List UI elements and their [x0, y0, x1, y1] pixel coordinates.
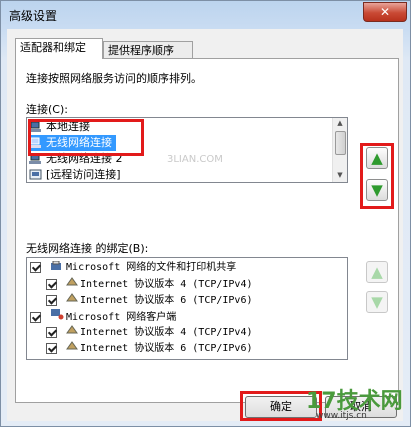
scroll-down-icon[interactable]: ▼ — [335, 171, 345, 181]
protocol-icon — [66, 276, 79, 292]
file-printer-sharing-icon — [50, 260, 64, 273]
list-item-selected[interactable]: 无线网络连接 — [29, 135, 116, 151]
tab-adapters-and-bindings[interactable]: 适配器和绑定 — [15, 38, 103, 59]
arrow-down-icon: ▼ — [371, 292, 383, 311]
arrow-up-icon: ▲ — [371, 262, 383, 281]
protocol-icon — [66, 340, 79, 356]
binding-checkbox[interactable] — [30, 311, 41, 323]
remote-access-icon — [29, 169, 43, 181]
binding-label: Internet 协议版本 4 (TCP/IPv4) — [80, 279, 253, 290]
tree-item[interactable]: Internet 协议版本 6 (TCP/IPv6) — [46, 340, 252, 356]
tab-label: 提供程序顺序 — [108, 44, 174, 57]
connections-scrollbar[interactable]: ▲ ▼ — [332, 118, 347, 182]
binding-checkbox[interactable] — [46, 278, 57, 290]
tree-item[interactable]: Internet 协议版本 4 (TCP/IPv4) — [46, 324, 252, 340]
tab-label: 适配器和绑定 — [20, 41, 86, 54]
connection-label: [远程访问连接] — [46, 168, 121, 181]
scroll-up-icon[interactable]: ▲ — [335, 119, 345, 129]
window-title: 高级设置 — [9, 9, 58, 23]
description-text: 连接按照网络服务访问的顺序排列。 — [26, 72, 202, 85]
title-bar[interactable]: 高级设置 ✕ — [1, 1, 410, 27]
list-item[interactable]: 本地连接 — [29, 119, 90, 135]
tab-panel: 连接按照网络服务访问的顺序排列。 连接(C): 本地连接 无线网络连接 无线网络… — [15, 58, 399, 403]
network-adapter-icon — [29, 137, 43, 149]
binding-label: Internet 协议版本 6 (TCP/IPv6) — [80, 343, 253, 354]
ok-label: 确定 — [270, 400, 292, 413]
connections-list[interactable]: 本地连接 无线网络连接 无线网络连接 2 [远程访问连接] ▲ ▼ 3LIAN.… — [26, 117, 348, 183]
binding-checkbox[interactable] — [46, 326, 57, 338]
connection-label: 无线网络连接 2 — [46, 152, 123, 165]
protocol-icon — [66, 292, 79, 308]
protocol-icon — [66, 324, 79, 340]
binding-checkbox[interactable] — [46, 342, 57, 354]
scroll-thumb[interactable] — [335, 131, 346, 155]
binding-move-down-button[interactable]: ▼ — [366, 291, 388, 313]
tree-item[interactable]: Microsoft 网络的文件和打印机共享 — [30, 260, 236, 276]
tree-item[interactable]: Microsoft 网络客户端 — [30, 308, 176, 324]
binding-label: Microsoft 网络客户端 — [66, 312, 177, 323]
binding-label: Microsoft 网络的文件和打印机共享 — [66, 262, 237, 273]
connection-label: 无线网络连接 — [46, 136, 112, 149]
binding-label: Internet 协议版本 6 (TCP/IPv6) — [80, 295, 253, 306]
arrow-down-icon: ▼ — [371, 180, 383, 199]
move-up-button[interactable]: ▲ — [366, 147, 388, 169]
network-adapter-icon — [29, 121, 43, 133]
close-button[interactable]: ✕ — [363, 2, 407, 22]
network-adapter-icon — [29, 153, 43, 165]
binding-checkbox[interactable] — [30, 261, 41, 273]
arrow-up-icon: ▲ — [371, 148, 383, 167]
binding-checkbox[interactable] — [46, 294, 57, 306]
binding-label: Internet 协议版本 4 (TCP/IPv4) — [80, 327, 253, 338]
close-icon: ✕ — [379, 5, 391, 19]
tree-item[interactable]: Internet 协议版本 6 (TCP/IPv6) — [46, 292, 252, 308]
bindings-label: 无线网络连接 的绑定(B): — [26, 242, 149, 255]
binding-move-up-button[interactable]: ▲ — [366, 261, 388, 283]
dialog-client-area: 适配器和绑定 提供程序顺序 连接按照网络服务访问的顺序排列。 连接(C): 本地… — [7, 29, 403, 421]
advanced-settings-window: 高级设置 ✕ 适配器和绑定 提供程序顺序 连接按照网络服务访问的顺序排列。 连接… — [0, 0, 411, 427]
tree-item[interactable]: Internet 协议版本 4 (TCP/IPv4) — [46, 276, 252, 292]
connection-label: 本地连接 — [46, 120, 90, 133]
watermark-text: 3LIAN.COM — [167, 154, 223, 165]
move-down-button[interactable]: ▼ — [366, 179, 388, 201]
connections-label: 连接(C): — [26, 103, 68, 116]
watermark-url: www.itjs.cn — [316, 411, 367, 421]
list-item[interactable]: 无线网络连接 2 — [29, 151, 123, 167]
bindings-tree[interactable]: Microsoft 网络的文件和打印机共享 Internet 协议版本 4 (T… — [26, 257, 348, 360]
list-item[interactable]: [远程访问连接] — [29, 167, 121, 182]
